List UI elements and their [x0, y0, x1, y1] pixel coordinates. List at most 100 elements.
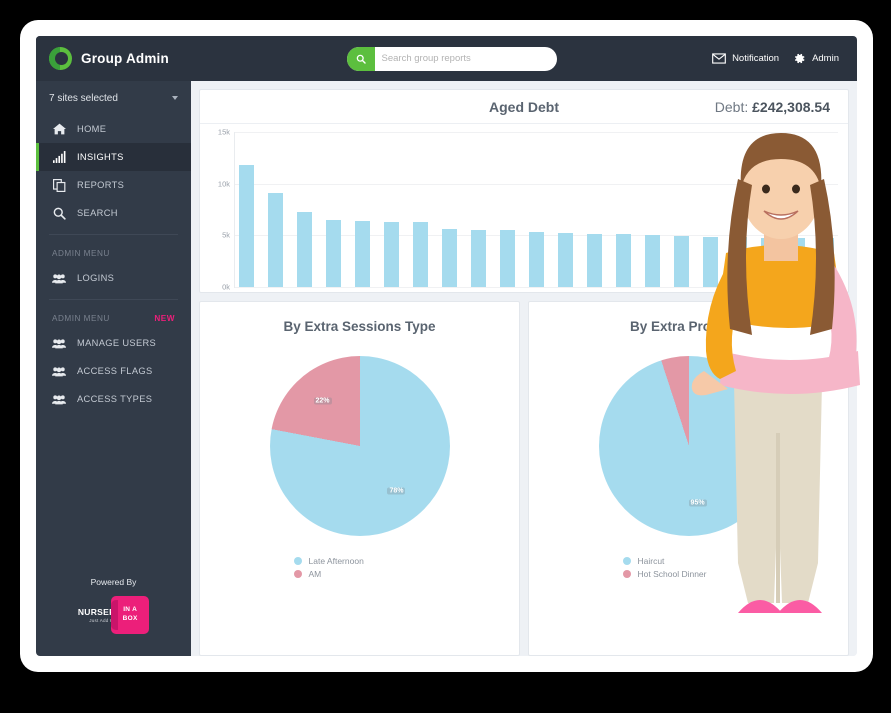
y-axis-tick-label: 0k [222, 282, 230, 292]
aged-debt-total-label: Debt: [714, 98, 749, 115]
bar[interactable] [268, 193, 283, 287]
sidebar-item-access-flags[interactable]: ACCESS FLAGS [36, 357, 191, 385]
bar-chart-icon [52, 150, 66, 164]
pie-sessions-slices [269, 356, 450, 536]
nursery-in-a-box-logo: NURSERY Just Add Kids! IN A BOX [36, 596, 191, 634]
sidebar-item-label: REPORTS [77, 180, 125, 190]
site-selector[interactable]: 7 sites selected [36, 81, 191, 115]
bar[interactable] [616, 234, 631, 287]
bar[interactable] [355, 221, 370, 287]
aged-debt-total: Debt: £242,308.54 [715, 99, 830, 115]
search-box[interactable] [346, 46, 557, 71]
site-selector-label: 7 sites selected [49, 92, 118, 104]
extra-sessions-pie: 78% 22% [269, 356, 450, 536]
bar[interactable] [703, 236, 718, 287]
bar[interactable] [471, 229, 486, 287]
users-icon [52, 336, 66, 350]
legend-row[interactable]: AM [293, 569, 426, 579]
bar[interactable] [326, 219, 341, 287]
extra-sessions-card: By Extra Sessions Type 78% 22% Late Afte… [199, 301, 520, 656]
sidebar-item-label: ACCESS TYPES [77, 394, 153, 404]
bar[interactable] [442, 229, 457, 287]
sidebar-item-search[interactable]: SEARCH [36, 199, 191, 227]
powered-by: Powered By NURSERY Just Add Kids! IN A B… [36, 577, 191, 634]
sidebar-item-home[interactable]: HOME [36, 115, 191, 143]
brand-title: Group Admin [81, 51, 169, 66]
bar[interactable] [674, 236, 689, 287]
bar[interactable] [645, 234, 660, 287]
legend-label: Late Afternoon [308, 556, 364, 566]
pie-charts-row: By Extra Sessions Type 78% 22% Late Afte… [199, 301, 849, 656]
envelope-icon [712, 53, 726, 64]
bar[interactable] [558, 233, 573, 287]
powered-by-label: Powered By [90, 577, 137, 587]
chevron-down-icon [172, 96, 178, 100]
bar[interactable] [819, 238, 834, 287]
pie-slice-label: 78% [387, 487, 406, 495]
legend-label: AM [308, 569, 322, 579]
notification-button[interactable]: Notification [712, 53, 779, 64]
users-icon [52, 271, 66, 285]
y-axis-tick-label: 5k [222, 230, 230, 240]
bar[interactable] [732, 237, 747, 287]
sidebar-section-admin-menu-2: ADMIN MENU NEW [36, 307, 191, 329]
legend-row[interactable]: Hot School Dinner [622, 569, 755, 579]
aged-debt-card: Aged Debt Debt: £242,308.54 0k 5k 10k 15k [199, 89, 849, 293]
extra-products-pie: 95% [598, 356, 779, 536]
legend-color-dot [622, 557, 631, 565]
bar[interactable] [529, 231, 544, 287]
new-badge: NEW [154, 313, 175, 323]
sidebar-item-label: HOME [77, 124, 107, 134]
niab-box-line1: IN A [123, 606, 138, 614]
sidebar-item-label: SEARCH [77, 208, 118, 218]
brand[interactable]: Group Admin [36, 36, 191, 81]
gridline [235, 287, 838, 288]
extra-products-card: By Extra Products 95% Haircut Hot School … [528, 301, 849, 656]
pie-slice-label: 95% [688, 499, 707, 507]
bar[interactable] [239, 165, 254, 287]
bar[interactable] [587, 233, 602, 287]
bar[interactable] [297, 211, 312, 287]
search-icon [52, 206, 66, 220]
bar[interactable] [500, 230, 515, 287]
sidebar-item-label: LOGINS [77, 273, 115, 283]
legend-row[interactable]: Haircut [622, 556, 755, 566]
admin-button[interactable]: Admin [793, 52, 839, 65]
sidebar-section-admin-menu-1: ADMIN MENU [36, 242, 191, 264]
bar-chart-plot: 0k 5k 10k 15k [218, 128, 838, 292]
browser-screen: Group Admin Search group reports Notific… [36, 36, 857, 656]
legend-row[interactable]: Late Afternoon [293, 556, 426, 566]
home-icon [52, 122, 66, 136]
bar[interactable] [413, 222, 428, 287]
gear-icon [795, 53, 805, 64]
sidebar-section-label: ADMIN MENU [52, 248, 110, 258]
search-input[interactable] [374, 52, 557, 65]
aged-debt-total-value: £242,308.54 [752, 98, 830, 115]
device-frame: Group Admin Search group reports Notific… [20, 20, 873, 672]
sidebar-item-access-types[interactable]: ACCESS TYPES [36, 385, 191, 413]
aged-debt-header: Aged Debt Debt: £242,308.54 [200, 90, 848, 124]
sidebar-item-label: INSIGHTS [77, 152, 124, 162]
legend-label: Haircut [637, 556, 665, 566]
sidebar-item-manage-users[interactable]: MANAGE USERS [36, 329, 191, 357]
sidebar-item-label: MANAGE USERS [77, 338, 157, 348]
legend-color-dot [293, 557, 302, 565]
niab-box-line2: BOX [122, 615, 138, 622]
aged-debt-bar-chart: 0k 5k 10k 15k [200, 124, 848, 292]
sidebar-divider [49, 299, 178, 300]
pie-products-slices [598, 356, 779, 536]
bar[interactable] [761, 237, 776, 287]
legend-color-dot [293, 570, 302, 578]
copy-icon [52, 178, 66, 192]
sidebar-item-reports[interactable]: REPORTS [36, 171, 191, 199]
top-bar: Group Admin Search group reports Notific… [36, 36, 857, 81]
sidebar-item-logins[interactable]: LOGINS [36, 264, 191, 292]
sidebar-item-insights[interactable]: INSIGHTS [36, 143, 191, 171]
extra-products-title: By Extra Products [629, 319, 748, 334]
bar[interactable] [384, 221, 399, 287]
admin-label: Admin [812, 53, 839, 64]
bar[interactable] [790, 237, 805, 287]
extra-products-legend: Haircut Hot School Dinner [529, 556, 848, 579]
top-bar-actions: Notification Admin [712, 52, 857, 65]
search-button[interactable] [346, 46, 375, 71]
